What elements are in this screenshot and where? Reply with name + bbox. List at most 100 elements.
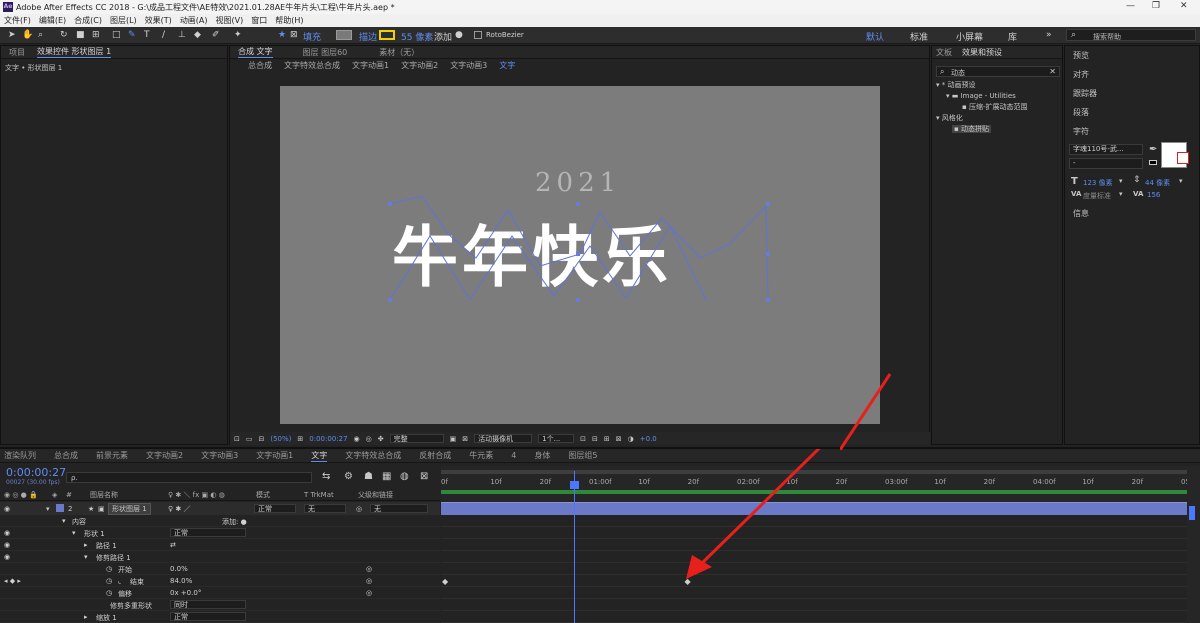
channel-icon[interactable]: ✤ (378, 435, 384, 443)
tree-image-utilities[interactable]: ▾ ▬ Image - Utilities (936, 91, 1028, 102)
timeline-tab[interactable]: 总合成 (54, 450, 78, 461)
expand-icon[interactable]: ▾ (84, 553, 88, 561)
info-panel-header[interactable]: 信息 (1073, 208, 1089, 219)
visibility-eye-icon[interactable]: ◉ (4, 505, 10, 513)
property-row-end[interactable]: ◂ ◆ ▸ ◷ ⌞ 结束 84.0% ◎ (0, 575, 440, 587)
stopwatch-icon[interactable]: ◷ (106, 565, 112, 573)
path-handle[interactable] (766, 252, 770, 256)
font-size-value[interactable]: 123 像素 (1083, 178, 1113, 188)
shy-icon[interactable]: ☗ (364, 471, 373, 482)
graph-editor-icon[interactable]: ⊠ (420, 471, 428, 482)
expand-icon[interactable]: ▸ (84, 541, 88, 549)
start-value[interactable]: 0.0% (170, 565, 188, 573)
path-handle[interactable] (388, 298, 392, 302)
property-row-contents[interactable]: ▾ 内容 添加: ● (0, 515, 440, 527)
exposure-icon[interactable]: ◑ (628, 435, 634, 443)
chevrons-right-icon[interactable]: » (1046, 30, 1052, 40)
tracker-panel-header[interactable]: 跟踪器 (1073, 88, 1097, 99)
crumb-text-anim-3[interactable]: 文字动画3 (450, 60, 487, 71)
visibility-eye-icon[interactable]: ◉ (4, 553, 10, 561)
dropdown-arrow-icon[interactable]: ▾ (1179, 177, 1183, 185)
trim-multiple-dropdown[interactable]: 同时 (170, 600, 246, 609)
menu-composition[interactable]: 合成(C) (74, 15, 102, 26)
timeline-tab[interactable]: 渲染队列 (4, 450, 36, 461)
layer-label-color[interactable] (56, 504, 64, 512)
eyedropper-icon[interactable]: ✒ (1149, 144, 1157, 155)
workspace-default[interactable]: 默认 (866, 30, 884, 43)
black-swatch[interactable] (1149, 160, 1157, 165)
selection-tool-icon[interactable]: ➤ (8, 30, 16, 40)
menu-window[interactable]: 窗口 (251, 15, 267, 26)
menu-help[interactable]: 帮助(H) (275, 15, 303, 26)
stroke-color-swatch[interactable] (1177, 152, 1189, 164)
path-handle[interactable] (388, 202, 392, 206)
scale-mode-dropdown[interactable]: 正常 (170, 612, 246, 621)
frame-blend-icon[interactable]: ▦ (382, 471, 391, 482)
preview-panel-header[interactable]: 预览 (1073, 50, 1089, 61)
tracking-value[interactable]: 156 (1147, 191, 1160, 199)
crumb-main-comp[interactable]: 总合成 (248, 60, 272, 71)
timeline-tab[interactable]: 文字特效总合成 (345, 450, 401, 461)
hand-tool-icon[interactable]: ✋ (22, 30, 33, 40)
font-family-dropdown[interactable]: 字魂110号-武... (1069, 144, 1143, 155)
path-handle[interactable] (576, 202, 580, 206)
fast-preview-icon[interactable]: ⊟ (592, 435, 598, 443)
tab-composition[interactable]: 合成 文字 (238, 46, 273, 58)
tab-footage[interactable]: 素材（无） (379, 47, 419, 58)
pickwhip-icon[interactable]: ◎ (366, 565, 372, 573)
visibility-eye-icon[interactable]: ◉ (4, 541, 10, 549)
tab-text-panel[interactable]: 文板 (936, 47, 952, 58)
property-row-offset[interactable]: ◷ 偏移 0x +0.0° ◎ (0, 587, 440, 599)
fit-icon[interactable]: ⊞ (297, 435, 303, 443)
brush-tool-icon[interactable]: ∕ (162, 30, 165, 40)
rectangle-tool-icon[interactable]: □ (112, 30, 121, 40)
playhead[interactable] (569, 471, 579, 623)
minimize-icon[interactable]: — (1126, 1, 1135, 11)
font-style-dropdown[interactable]: - (1069, 158, 1143, 169)
menu-file[interactable]: 文件(F) (4, 15, 31, 26)
type-tool-icon[interactable]: T (144, 30, 150, 40)
help-search-box[interactable]: ⌕ 搜索帮助 (1066, 29, 1196, 41)
menu-edit[interactable]: 编辑(E) (39, 15, 66, 26)
workspace-small-screen[interactable]: 小屏幕 (956, 30, 983, 43)
path-handle[interactable] (766, 298, 770, 302)
paragraph-panel-header[interactable]: 段落 (1073, 107, 1089, 118)
mask-icon[interactable]: ⊟ (259, 435, 265, 443)
playhead-handle[interactable] (569, 481, 579, 489)
toggle-icon[interactable]: ⊡ (580, 435, 586, 443)
character-panel-header[interactable]: 字符 (1073, 126, 1089, 137)
eraser-tool-icon[interactable]: ◆ (194, 30, 201, 40)
menu-layer[interactable]: 图层(L) (110, 15, 137, 26)
timeline-tab[interactable]: 牛元素 (469, 450, 493, 461)
tree-preset-item[interactable]: ▪ 压缩-扩展动态范围 (936, 102, 1028, 113)
close-icon[interactable]: ✕ (1180, 1, 1188, 11)
tab-effect-controls[interactable]: 效果控件 形状图层 1 (37, 46, 112, 58)
stroke-width[interactable]: 55 像素 (401, 30, 433, 43)
dropdown-arrow-icon[interactable]: ▾ (1119, 177, 1123, 185)
expand-icon[interactable]: ▾ (72, 529, 76, 537)
workspace-library[interactable]: 库 (1008, 30, 1017, 43)
show-snapshot-icon[interactable]: ◎ (366, 435, 372, 443)
effects-search-box[interactable]: ⌕ 动态 ✕ (936, 66, 1060, 77)
timeline-tab[interactable]: 反射合成 (419, 450, 451, 461)
monitor-icon[interactable]: ▭ (246, 435, 253, 443)
property-row-shape-1[interactable]: ◉ ▾ 形状 1 正常 (0, 527, 440, 539)
timeline-tab[interactable]: 身体 (534, 450, 550, 461)
visibility-eye-icon[interactable]: ◉ (4, 529, 10, 537)
workspace-standard[interactable]: 标准 (910, 30, 928, 43)
property-row-trim-paths[interactable]: ◉ ▾ 修剪路径 1 (0, 551, 440, 563)
clear-search-icon[interactable]: ✕ (1049, 67, 1056, 76)
layer-mode-dropdown[interactable]: 正常 (254, 504, 296, 513)
rotate-tool-icon[interactable]: ↻ (60, 30, 68, 40)
pickwhip-icon[interactable]: ◎ (366, 589, 372, 597)
puppet-tool-icon[interactable]: ✦ (234, 30, 242, 40)
fill-swatch[interactable] (336, 30, 352, 40)
timeline-tab[interactable]: 前景元素 (96, 450, 128, 461)
timeline-tab[interactable]: 文字 (311, 450, 328, 462)
property-row-scale[interactable]: ▸ 缩放 1 正常 (0, 611, 440, 623)
rotobezier-checkbox[interactable] (474, 31, 482, 39)
column-layer-name[interactable]: 图层名称 (90, 490, 118, 500)
preview-toggle-icon[interactable]: ⊡ (234, 435, 240, 443)
zoom-dropdown[interactable]: (50%) (270, 435, 291, 443)
tab-effects-presets[interactable]: 效果和预设 (962, 47, 1002, 58)
